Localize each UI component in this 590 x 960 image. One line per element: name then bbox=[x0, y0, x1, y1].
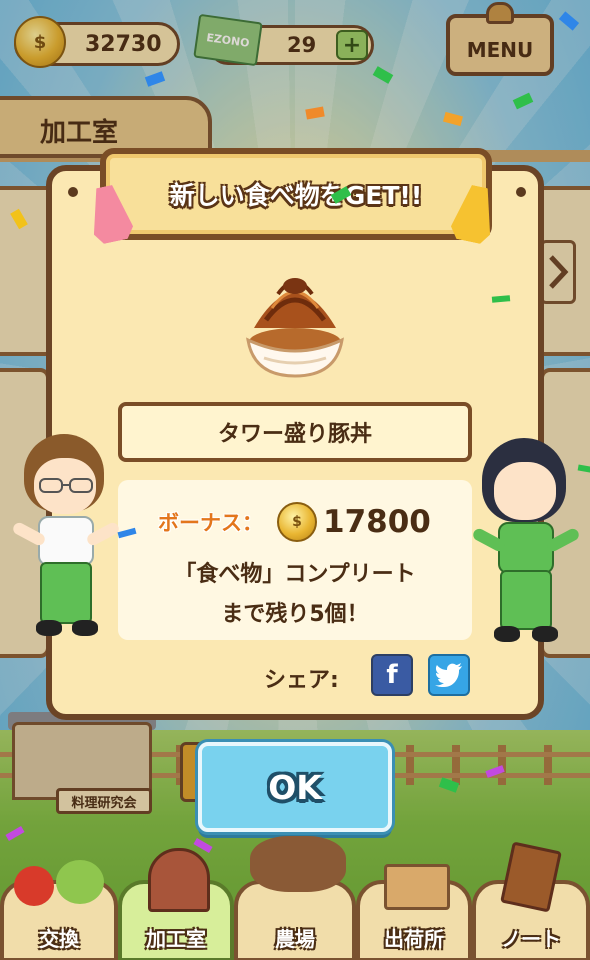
character-pants bbox=[500, 570, 552, 630]
character-glasses-boy bbox=[10, 432, 121, 652]
facebook-icon: f bbox=[386, 660, 398, 690]
character-dark-hair-boy bbox=[470, 436, 582, 656]
nav-farm[interactable]: 農場 bbox=[234, 836, 356, 960]
facebook-share-button[interactable]: f bbox=[371, 654, 413, 696]
nav-notebook[interactable]: ノート bbox=[472, 841, 590, 960]
bonus-row: ボーナス： $ 17800 bbox=[158, 500, 458, 544]
nav-label: 農場 bbox=[275, 927, 315, 951]
dialog-title: 新しい食べ物をGET!! bbox=[169, 181, 423, 210]
complete-message-line2: まで残り5個！ bbox=[221, 602, 369, 627]
nav-label: 交換 bbox=[39, 927, 79, 951]
nav-shipping[interactable]: 出荷所 bbox=[356, 864, 472, 960]
tomato-icon bbox=[14, 866, 54, 906]
ok-label: OK bbox=[268, 767, 322, 807]
nav-processing-room[interactable]: 加工室 bbox=[118, 848, 234, 960]
character-face bbox=[494, 462, 556, 520]
character-shoe bbox=[72, 620, 98, 636]
bonus-value: 17800 bbox=[323, 504, 431, 540]
livestock-icon bbox=[250, 836, 346, 892]
character-pants bbox=[40, 562, 92, 624]
food-name-box: タワー盛り豚丼 bbox=[118, 402, 472, 462]
nav-exchange[interactable]: 交換 bbox=[0, 860, 118, 960]
food-name: タワー盛り豚丼 bbox=[217, 422, 372, 447]
twitter-share-button[interactable] bbox=[428, 654, 470, 696]
share-label: シェア: bbox=[264, 668, 339, 693]
nav-label: ノート bbox=[501, 927, 561, 951]
character-shirt bbox=[498, 522, 554, 574]
character-shirt bbox=[38, 516, 94, 566]
nav-label: 出荷所 bbox=[384, 927, 444, 951]
pork-bowl-food-icon bbox=[246, 278, 344, 378]
cabbage-icon bbox=[56, 860, 104, 904]
ok-button[interactable]: OK bbox=[198, 742, 392, 832]
glasses-icon bbox=[39, 478, 93, 493]
cardboard-box-icon bbox=[384, 864, 450, 910]
character-shoe bbox=[36, 620, 62, 636]
character-shoe bbox=[532, 626, 558, 642]
complete-message-line1: 「食べ物」コンプリート bbox=[174, 562, 416, 587]
character-shoe bbox=[494, 626, 520, 642]
screw-icon bbox=[68, 187, 78, 197]
nav-label: 加工室 bbox=[146, 927, 206, 951]
coin-icon: $ bbox=[277, 502, 317, 542]
screw-icon bbox=[516, 187, 526, 197]
bonus-label: ボーナス： bbox=[158, 511, 263, 535]
oven-icon bbox=[148, 848, 210, 912]
twitter-bird-icon bbox=[435, 663, 462, 687]
